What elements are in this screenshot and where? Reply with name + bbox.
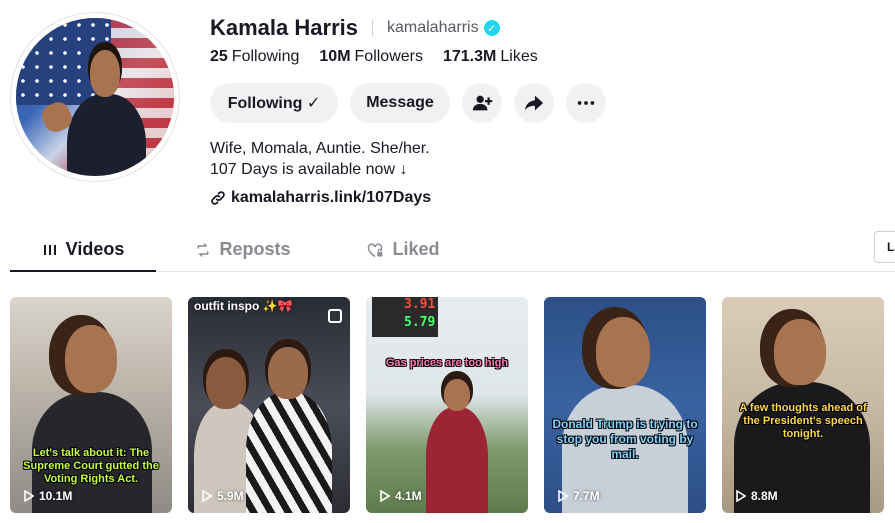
- play-icon: [558, 490, 568, 502]
- following-button[interactable]: Following ✓: [210, 83, 338, 123]
- video-card[interactable]: A few thoughts ahead of the President's …: [722, 297, 884, 513]
- view-count: 4.1M: [380, 489, 422, 503]
- heart-lock-icon: [368, 242, 383, 257]
- play-icon: [736, 490, 746, 502]
- profile-stats: 25 Following 10M Followers 171.3M Likes: [210, 48, 558, 66]
- view-count-text: 7.7M: [573, 489, 600, 503]
- profile-link[interactable]: kamalaharris.link/107Days: [210, 189, 431, 207]
- stat-label: Following: [231, 48, 300, 65]
- thumbnail-figure: [444, 379, 470, 411]
- profile-handle: kamalaharris: [386, 19, 479, 36]
- tab-reposts[interactable]: Reposts: [170, 228, 316, 271]
- stat-value: 10M: [319, 48, 351, 65]
- video-top-label: outfit inspo ✨🎀: [194, 299, 293, 313]
- view-count: 8.8M: [736, 489, 778, 503]
- tab-label: Liked: [392, 239, 440, 259]
- play-icon: [24, 490, 34, 502]
- view-count: 5.9M: [202, 489, 244, 503]
- add-friend-button[interactable]: [462, 83, 502, 123]
- link-icon: [211, 191, 225, 205]
- language-chip[interactable]: La: [874, 231, 895, 263]
- view-count-text: 10.1M: [39, 489, 73, 503]
- video-card[interactable]: Donald Trump is trying to stop you from …: [544, 297, 706, 513]
- message-button[interactable]: Message: [350, 83, 450, 123]
- video-caption: Gas prices are too high: [385, 357, 509, 369]
- photo-carousel-icon: [328, 309, 342, 323]
- verified-badge-icon: ✓: [483, 20, 500, 36]
- thumbnail-figure: [426, 407, 488, 513]
- stat-value: 171.3M: [442, 48, 497, 65]
- stat-label: Likes: [500, 48, 538, 65]
- play-icon: [380, 490, 390, 502]
- profile-avatar[interactable]: [10, 12, 180, 182]
- view-count: 7.7M: [558, 489, 600, 503]
- tab-liked[interactable]: Liked: [330, 228, 476, 271]
- stat-value: 25: [210, 48, 228, 65]
- view-count-text: 4.1M: [395, 489, 422, 503]
- more-button[interactable]: [566, 83, 606, 123]
- profile-tabs: Videos Reposts Liked: [10, 228, 895, 272]
- link-text: kamalaharris.link/107Days: [231, 189, 432, 206]
- avatar-person: [38, 40, 146, 176]
- bio-line: 107 Days is available now ↓: [210, 161, 408, 178]
- video-card[interactable]: 3.91 5.79 Gas prices are too high 4.1M: [366, 297, 528, 513]
- add-friend-icon: [472, 95, 493, 111]
- view-count-text: 8.8M: [751, 489, 778, 503]
- video-card[interactable]: outfit inspo ✨🎀 5.9M: [188, 297, 350, 513]
- divider: [371, 20, 373, 36]
- tab-label: Videos: [65, 239, 125, 259]
- stat-likes: 171.3M Likes: [443, 48, 538, 66]
- share-button[interactable]: [514, 83, 554, 123]
- video-card[interactable]: Let's talk about it: The Supreme Court g…: [10, 297, 172, 513]
- tab-videos[interactable]: Videos: [10, 228, 156, 272]
- profile-actions: Following ✓ Message: [210, 83, 618, 123]
- gas-price-1: 3.91: [404, 297, 436, 312]
- thumbnail-figure: [596, 317, 650, 387]
- stat-following[interactable]: 25 Following: [210, 48, 299, 66]
- grid-icon: [43, 244, 56, 255]
- share-icon: [524, 95, 544, 111]
- video-caption: Let's talk about it: The Supreme Court g…: [23, 447, 159, 485]
- repost-icon: [198, 242, 209, 257]
- video-grid: Let's talk about it: The Supreme Court g…: [10, 297, 895, 513]
- bio-line: Wife, Momala, Auntie. She/her.: [210, 140, 430, 157]
- thumbnail-figure: [246, 392, 332, 513]
- view-count-text: 5.9M: [217, 489, 244, 503]
- stat-followers[interactable]: 10M Followers: [319, 48, 423, 66]
- gas-price-2: 5.79: [404, 315, 436, 330]
- view-count: 10.1M: [24, 489, 72, 503]
- video-caption: A few thoughts ahead of the President's …: [739, 402, 867, 440]
- profile-name: Kamala Harris: [210, 15, 358, 40]
- video-caption: Donald Trump is trying to stop you from …: [552, 417, 698, 461]
- profile-bio: Wife, Momala, Auntie. She/her. 107 Days …: [210, 138, 430, 180]
- stat-label: Followers: [354, 48, 423, 65]
- thumbnail-figure: [268, 347, 308, 399]
- play-icon: [202, 490, 212, 502]
- more-icon: [577, 101, 595, 105]
- tab-label: Reposts: [219, 239, 291, 259]
- thumbnail-figure: [206, 357, 246, 409]
- thumbnail-figure: [774, 319, 826, 385]
- profile-header: Kamala Harris kamalaharris ✓: [210, 14, 500, 42]
- thumbnail-figure: [65, 325, 117, 393]
- avatar-image: [16, 18, 174, 176]
